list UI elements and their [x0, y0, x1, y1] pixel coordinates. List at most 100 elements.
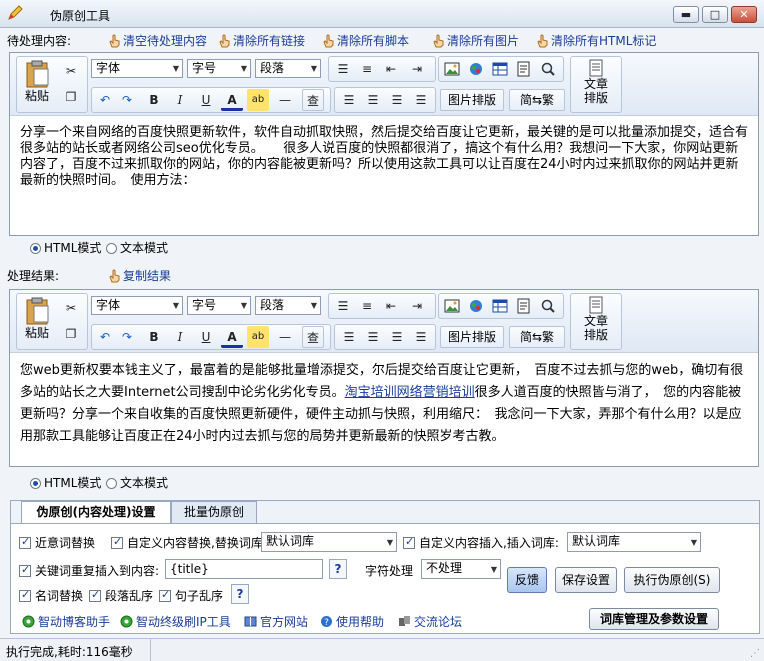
char-proc-select[interactable]: 不处理 ▼ — [421, 559, 501, 579]
indent-icon[interactable]: ⇥ — [406, 58, 428, 80]
insert-table-icon[interactable] — [489, 58, 511, 80]
horizontal-rule-button[interactable]: — — [274, 89, 296, 111]
font-select[interactable]: 字体 ▼ — [91, 59, 183, 78]
highlight-button[interactable]: ab — [247, 89, 269, 111]
minimize-button[interactable]: ▬ — [673, 6, 699, 23]
close-button[interactable]: ✕ — [731, 6, 757, 23]
shuffle-help-button[interactable]: ? — [231, 584, 249, 604]
align-left-icon[interactable]: ☰ — [338, 326, 360, 348]
simp-trad-button[interactable]: 简⇆繁 — [509, 89, 565, 111]
preview-icon[interactable] — [537, 295, 559, 317]
noun-replace-checkbox[interactable]: 名词替换 — [19, 587, 83, 604]
clear-scripts-link[interactable]: 清除所有脚本 — [322, 32, 409, 49]
lib-manage-button[interactable]: 词库管理及参数设置 — [589, 608, 719, 630]
replace-lib-select[interactable]: 默认词库 ▼ — [261, 532, 397, 552]
resize-grip-icon[interactable]: ⋰ — [750, 648, 760, 659]
bold-button[interactable]: B — [143, 326, 165, 348]
italic-button[interactable]: I — [169, 326, 191, 348]
outdent-icon[interactable]: ⇤ — [380, 58, 402, 80]
align-left-icon[interactable]: ☰ — [338, 89, 360, 111]
text-mode-radio[interactable]: 文本模式 — [106, 474, 168, 491]
size-select[interactable]: 字号 ▼ — [187, 296, 251, 315]
official-site-link[interactable]: 官方网站 — [244, 613, 308, 630]
underline-button[interactable]: U — [195, 89, 217, 111]
cut-icon[interactable]: ✂ — [60, 60, 82, 82]
maximize-button[interactable]: □ — [702, 6, 728, 23]
custom-insert-checkbox[interactable]: 自定义内容插入,插入词库: — [403, 534, 559, 551]
insert-flash-icon[interactable] — [465, 295, 487, 317]
insert-image-icon[interactable] — [441, 295, 463, 317]
save-settings-button[interactable]: 保存设置 — [555, 567, 617, 593]
clear-links-link[interactable]: 清除所有链接 — [218, 32, 305, 49]
outdent-icon[interactable]: ⇤ — [380, 295, 402, 317]
copy-result-link[interactable]: 复制结果 — [108, 267, 171, 284]
indent-icon[interactable]: ⇥ — [406, 295, 428, 317]
forum-link[interactable]: 交流论坛 — [398, 613, 462, 630]
size-select[interactable]: 字号 ▼ — [187, 59, 251, 78]
html-mode-radio[interactable]: HTML模式 — [30, 474, 101, 491]
ordered-list-icon[interactable]: ☰ — [332, 58, 354, 80]
help-link[interactable]: ? 使用帮助 — [320, 613, 384, 630]
redo-icon[interactable]: ↷ — [116, 326, 138, 348]
font-color-button[interactable]: A — [221, 326, 243, 348]
insert-lib-select[interactable]: 默认词库 ▼ — [567, 532, 701, 552]
feedback-button[interactable]: 反馈 — [507, 567, 547, 593]
undo-icon[interactable]: ↶ — [94, 89, 116, 111]
cut-icon[interactable]: ✂ — [60, 297, 82, 319]
clear-images-link[interactable]: 清除所有图片 — [432, 32, 519, 49]
text-layout-button[interactable]: 文章 排版 — [572, 296, 620, 342]
copy-icon[interactable]: ❐ — [60, 323, 82, 345]
align-center-icon[interactable]: ☰ — [362, 89, 384, 111]
justify-icon[interactable]: ☰ — [410, 89, 432, 111]
clear-html-link[interactable]: 清除所有HTML标记 — [536, 32, 656, 49]
image-layout-button[interactable]: 图片排版 — [440, 326, 504, 348]
highlight-button[interactable]: ab — [247, 326, 269, 348]
para-shuffle-checkbox[interactable]: 段落乱序 — [89, 587, 153, 604]
text-layout-button[interactable]: 文章 排版 — [572, 59, 620, 105]
tab-settings[interactable]: 伪原创(内容处理)设置 — [21, 501, 171, 523]
unordered-list-icon[interactable]: ≡ — [356, 295, 378, 317]
underline-button[interactable]: U — [195, 326, 217, 348]
result-link[interactable]: 淘宝培训网络营销培训 — [345, 385, 475, 400]
find-button[interactable]: 查 — [302, 326, 324, 348]
image-layout-button[interactable]: 图片排版 — [440, 89, 504, 111]
insert-table-icon[interactable] — [489, 295, 511, 317]
keyword-insert-checkbox[interactable]: 关键词重复插入到内容: — [19, 562, 159, 579]
clear-input-link[interactable]: 清空待处理内容 — [108, 32, 207, 49]
find-button[interactable]: 查 — [302, 89, 324, 111]
redo-icon[interactable]: ↷ — [116, 89, 138, 111]
paragraph-select[interactable]: 段落 ▼ — [255, 59, 321, 78]
input-content[interactable]: 分享一个来自网络的百度快照更新软件，软件自动抓取快照，然后提交给百度让它更新，最… — [20, 125, 750, 189]
preview-icon[interactable] — [537, 58, 559, 80]
insert-image-icon[interactable] — [441, 58, 463, 80]
align-right-icon[interactable]: ☰ — [386, 326, 408, 348]
ip-tool-link[interactable]: 智动终级刷IP工具 — [120, 613, 231, 630]
ordered-list-icon[interactable]: ☰ — [332, 295, 354, 317]
font-select[interactable]: 字体 ▼ — [91, 296, 183, 315]
result-content[interactable]: 您web更新权要本钱主义了，最富着的是能够批量增添提交，尔后提交给百度让它更新，… — [20, 360, 750, 448]
insert-note-icon[interactable] — [513, 58, 535, 80]
bold-button[interactable]: B — [143, 89, 165, 111]
paste-button[interactable]: 粘贴 — [18, 59, 56, 111]
synonym-checkbox[interactable]: 近意词替换 — [19, 534, 95, 551]
sentence-shuffle-checkbox[interactable]: 句子乱序 — [159, 587, 223, 604]
text-mode-radio[interactable]: 文本模式 — [106, 239, 168, 256]
html-mode-radio[interactable]: HTML模式 — [30, 239, 101, 256]
paragraph-select[interactable]: 段落 ▼ — [255, 296, 321, 315]
unordered-list-icon[interactable]: ≡ — [356, 58, 378, 80]
blog-assistant-link[interactable]: 智动博客助手 — [22, 613, 110, 630]
undo-icon[interactable]: ↶ — [94, 326, 116, 348]
tab-batch[interactable]: 批量伪原创 — [171, 501, 257, 523]
justify-icon[interactable]: ☰ — [410, 326, 432, 348]
copy-icon[interactable]: ❐ — [60, 86, 82, 108]
keyword-input[interactable]: {title} — [165, 559, 323, 579]
align-right-icon[interactable]: ☰ — [386, 89, 408, 111]
horizontal-rule-button[interactable]: — — [274, 326, 296, 348]
paste-button[interactable]: 粘贴 — [18, 296, 56, 348]
keyword-help-button[interactable]: ? — [329, 559, 347, 579]
font-color-button[interactable]: A — [221, 89, 243, 111]
italic-button[interactable]: I — [169, 89, 191, 111]
custom-replace-checkbox[interactable]: 自定义内容替换,替换词库: — [111, 534, 267, 551]
run-button[interactable]: 执行伪原创(S) — [624, 567, 720, 593]
align-center-icon[interactable]: ☰ — [362, 326, 384, 348]
